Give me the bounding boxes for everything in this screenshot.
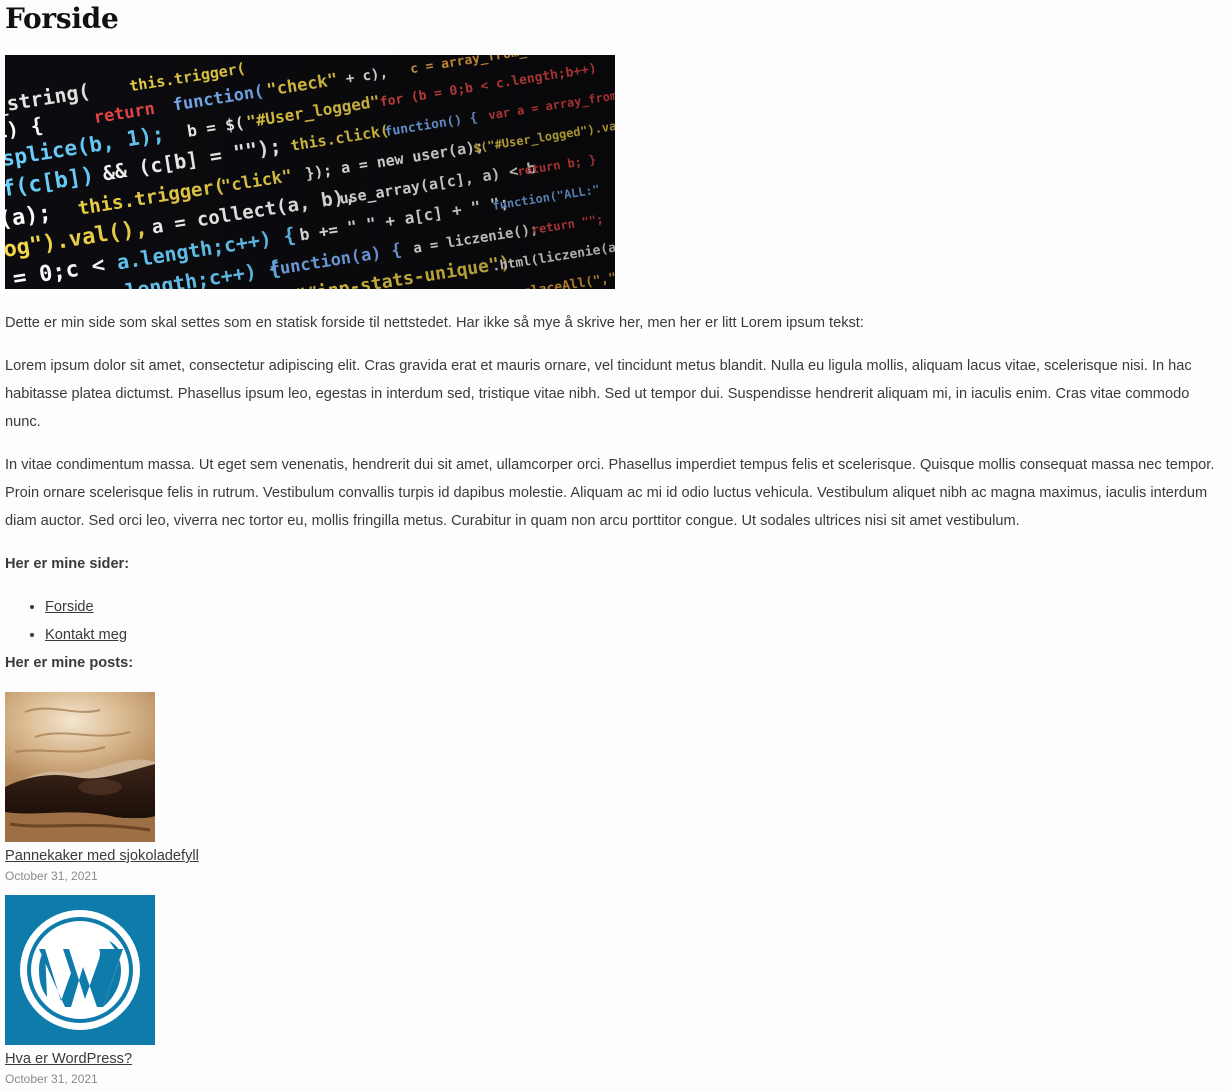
page-content: Forside om_string( this.trigger( 1) { re… bbox=[0, 0, 1231, 1089]
wordpress-logo[interactable] bbox=[5, 895, 155, 1045]
post-item: Pannekaker med sjokoladefyll October 31,… bbox=[5, 692, 1226, 886]
link-kontakt-meg[interactable]: Kontakt meg bbox=[45, 627, 127, 643]
posts-heading: Her er mine posts: bbox=[5, 655, 134, 671]
code-screenshot-image: om_string( this.trigger( 1) { return fun… bbox=[5, 55, 615, 289]
pages-list: Forside Kontakt meg bbox=[5, 593, 1226, 649]
pages-heading: Her er mine sider: bbox=[5, 556, 130, 572]
lorem-paragraph-2: In vitae condimentum massa. Ut eget sem … bbox=[5, 457, 1215, 529]
list-item: Forside bbox=[45, 593, 1226, 621]
link-forside[interactable]: Forside bbox=[45, 599, 94, 615]
post-date: October 31, 2021 bbox=[5, 1072, 98, 1086]
pancake-image[interactable] bbox=[5, 692, 155, 842]
intro-text: Dette er min side som skal settes som en… bbox=[5, 315, 864, 331]
list-item: Kontakt meg bbox=[45, 621, 1226, 649]
page-title: Forside bbox=[5, 2, 119, 35]
post-item: Hva er WordPress? October 31, 2021 bbox=[5, 895, 1226, 1089]
lorem-paragraph-1: Lorem ipsum dolor sit amet, consectetur … bbox=[5, 358, 1192, 430]
